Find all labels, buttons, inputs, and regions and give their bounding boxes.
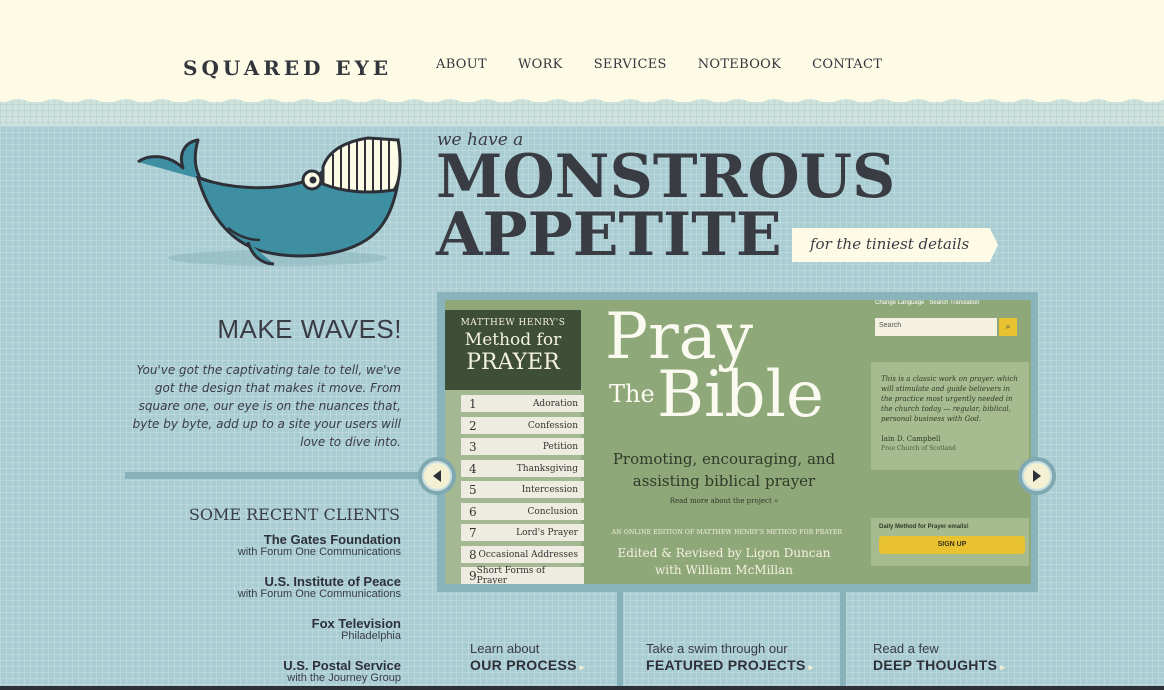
page-bottom-edge [0, 686, 1164, 690]
cta-divider [840, 592, 846, 690]
slide-book-author: MATTHEW HENRY'S [460, 318, 566, 328]
hero-line-1: MONSTROUS [436, 142, 896, 212]
nav-services[interactable]: SERVICES [594, 57, 667, 72]
client-name: U.S. Institute of Peace [264, 574, 401, 589]
toc-item: 3 Petition [461, 438, 584, 455]
slide-email-label: Daily Method for Prayer emails! [879, 524, 969, 530]
cta-link[interactable]: OUR PROCESS ▸ [470, 657, 585, 673]
client-name: Fox Television [311, 616, 401, 631]
toc-item: 5 Intercession [461, 481, 584, 498]
slide-title-the: The [609, 380, 655, 408]
nav-work[interactable]: WORK [518, 57, 563, 72]
project-slide[interactable]: MATTHEW HENRY'S Method for PRAYER 1 Adora… [445, 300, 1031, 584]
nav-about[interactable]: ABOUT [436, 57, 487, 72]
slide-title-bible: Bible [657, 358, 824, 432]
client-sub: Philadelphia [341, 630, 401, 642]
slide-book-prayer: PRAYER [466, 350, 560, 375]
client-name: U.S. Postal Service [283, 658, 401, 673]
cta-divider [617, 592, 623, 690]
slide-email-card: Daily Method for Prayer emails! SIGN UP [871, 518, 1029, 566]
slide-editors: Edited & Revised by Ligon Duncan with Wi… [595, 545, 853, 579]
slide-signup-button: SIGN UP [879, 536, 1025, 554]
main-nav: ABOUT WORK SERVICES NOTEBOOK CONTACT [436, 57, 913, 72]
nav-notebook[interactable]: NOTEBOOK [698, 57, 781, 72]
cta-small: Read a few [873, 641, 939, 656]
cta-small: Learn about [470, 641, 540, 656]
slide-hero: Pray The Bible Promoting, encouraging, a… [595, 300, 853, 584]
slide-promo: Promoting, encouraging, and assisting bi… [612, 450, 836, 490]
cta-featured-projects[interactable]: Take a swim through our FEATURED PROJECT… [646, 641, 813, 673]
cta-small: Take a swim through our [646, 641, 788, 656]
client-item: The Gates Foundation with Forum One Comm… [150, 532, 401, 558]
client-sub: with Forum One Communications [237, 546, 401, 558]
toc-item: 6 Conclusion [461, 503, 584, 520]
make-waves-text: You've got the captivating tale to tell,… [132, 363, 401, 449]
toc-item: 2 Confession [461, 417, 584, 434]
search-icon: ⌕ [999, 318, 1017, 336]
cta-link[interactable]: FEATURED PROJECTS ▸ [646, 657, 813, 673]
site-logo[interactable]: SQUARED EYE [183, 56, 392, 80]
toc-item: 1 Adoration [461, 395, 584, 412]
slide-sidebar: Change Language Search Translation Searc… [857, 300, 1031, 584]
cta-deep-thoughts[interactable]: Read a few DEEP THOUGHTS ▸ [873, 641, 1005, 673]
slide-quote: This is a classic work on prayer, which … [881, 375, 1018, 423]
slide-edition: AN ONLINE EDITION OF MATTHEW HENRY'S MET… [611, 529, 843, 536]
slide-book-title: MATTHEW HENRY'S Method for PRAYER [445, 310, 581, 390]
client-item: Fox Television Philadelphia [150, 616, 401, 642]
slide-readmore-link[interactable]: Read more about the project » [595, 497, 853, 505]
cta-our-process[interactable]: Learn about OUR PROCESS ▸ [470, 641, 585, 673]
nav-contact[interactable]: CONTACT [812, 57, 882, 72]
chevron-right-icon: ▸ [808, 662, 814, 672]
hero-tagline-ribbon: for the tiniest details [792, 228, 998, 262]
client-sub: with Forum One Communications [237, 588, 401, 600]
slide-editor-2: with William McMillan [655, 563, 793, 577]
clients-heading: SOME RECENT CLIENTS [188, 505, 400, 524]
slider-prev-button[interactable] [418, 457, 456, 495]
client-item: U.S. Institute of Peace with Forum One C… [150, 574, 401, 600]
arrow-right-icon [1033, 470, 1041, 482]
slide-search-input: Search [875, 318, 997, 336]
slide-language-links: Change Language Search Translation [875, 300, 980, 306]
client-item: U.S. Postal Service with the Journey Gro… [150, 658, 401, 684]
slide-editor-1: Edited & Revised by Ligon Duncan [617, 546, 831, 560]
arrow-left-icon [433, 470, 441, 482]
whale-mascot-icon [137, 136, 402, 266]
cta-link[interactable]: DEEP THOUGHTS ▸ [873, 657, 1005, 673]
client-sub: with the Journey Group [287, 672, 401, 684]
slider-next-button[interactable] [1018, 457, 1056, 495]
left-divider [125, 472, 425, 479]
toc-item: 7 Lord's Prayer [461, 524, 584, 541]
slide-book-method: Method for [464, 330, 562, 350]
slide-quote-author: Iain D. Campbell [881, 435, 941, 443]
toc-item: 9 Short Forms of Prayer [461, 566, 584, 584]
scalloped-header-edge [0, 92, 1164, 126]
toc-item: 8 Occasional Addresses [461, 546, 584, 563]
toc-item: 4 Thanksgiving [461, 460, 584, 477]
chevron-right-icon: ▸ [579, 662, 585, 672]
make-waves-heading: MAKE WAVES! [217, 314, 402, 344]
chevron-right-icon: ▸ [1000, 662, 1006, 672]
slide-quote-card: This is a classic work on prayer, which … [871, 362, 1029, 470]
slide-quote-church: Free Church of Scotland [881, 445, 956, 452]
client-name: The Gates Foundation [263, 532, 401, 547]
